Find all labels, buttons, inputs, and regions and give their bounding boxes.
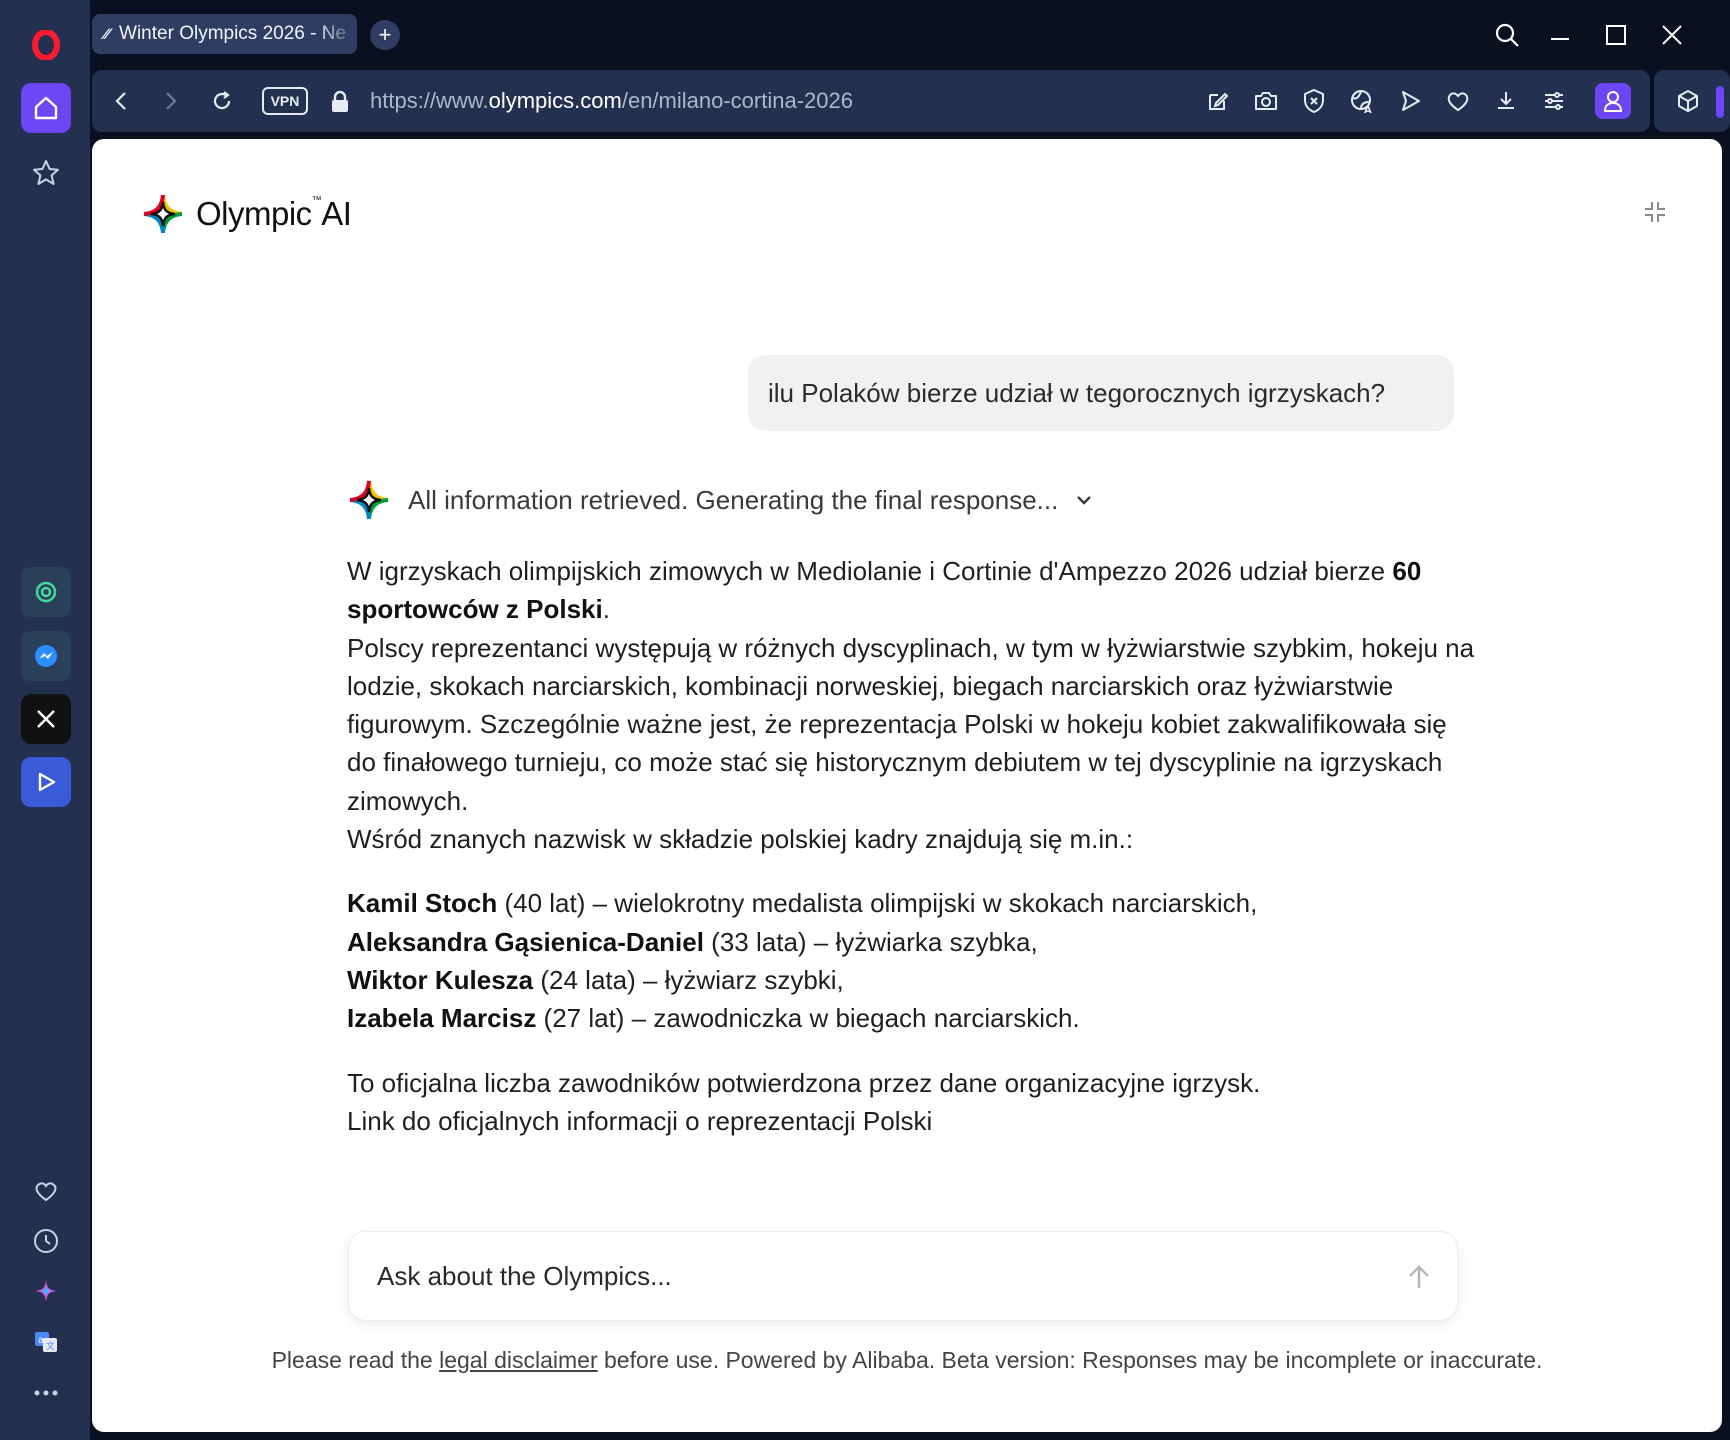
user-message-bubble: ilu Polaków bierze udział w tegorocznych…	[748, 355, 1454, 431]
ai-spark-icon[interactable]	[21, 1266, 71, 1316]
answer-paragraph: Wśród znanych nazwisk w składzie polskie…	[347, 824, 1134, 855]
brand-name: Olympic™AI	[196, 195, 352, 232]
assistant-answer: W igrzyskach olimpijskich zimowych w Med…	[347, 552, 1477, 1140]
vpn-badge[interactable]: VPN	[262, 87, 308, 115]
olympics-favicon-icon: ∕∕	[104, 25, 110, 43]
url-path: /en/milano-cortina-2026	[621, 88, 853, 113]
send-play-icon[interactable]	[1392, 83, 1428, 119]
tab-strip: ∕∕ Winter Olympics 2026 - Ne +	[90, 0, 1730, 70]
ask-input[interactable]	[377, 1232, 1357, 1320]
address-bar: VPN https://www.olympics.com/en/milano-c…	[92, 70, 1650, 132]
olympic-ai-page: Olympic™AI ilu Polaków bierze udział w t…	[92, 139, 1722, 1432]
heart-icon[interactable]	[1440, 83, 1476, 119]
home-icon[interactable]	[21, 83, 71, 133]
collapse-icon[interactable]	[1640, 197, 1670, 227]
translate-globe-icon[interactable]: A	[1344, 83, 1380, 119]
brand-header: Olympic™AI	[142, 193, 352, 235]
profile-icon[interactable]	[1595, 83, 1631, 119]
extensions-cube-icon[interactable]	[1670, 83, 1706, 119]
aria-icon[interactable]	[21, 757, 71, 807]
answer-paragraph: To oficjalna liczba zawodników potwierdz…	[347, 1067, 1261, 1098]
back-icon[interactable]	[104, 83, 140, 119]
send-arrow-icon[interactable]	[1401, 1259, 1437, 1295]
response-status[interactable]: All information retrieved. Generating th…	[348, 479, 1096, 521]
athlete-line: Wiktor Kulesza (24 lata) – łyżwiarz szyb…	[347, 964, 844, 995]
ask-box	[348, 1231, 1458, 1321]
svg-text:a: a	[38, 1335, 44, 1346]
tab-active[interactable]: ∕∕ Winter Olympics 2026 - Ne	[92, 14, 357, 54]
svg-text:A: A	[1364, 105, 1372, 114]
forward-icon[interactable]	[152, 83, 188, 119]
status-text: All information retrieved. Generating th…	[408, 484, 1059, 515]
olympic-ai-logo-icon	[349, 480, 389, 520]
opera-logo-icon[interactable]	[21, 20, 71, 70]
easy-setup-icon[interactable]	[1536, 83, 1572, 119]
chevron-down-icon[interactable]	[1072, 488, 1096, 512]
download-icon[interactable]	[1488, 83, 1524, 119]
minimize-icon[interactable]	[1542, 17, 1578, 53]
athlete-line: Izabela Marcisz (27 lat) – zawodniczka w…	[347, 1003, 1080, 1034]
url-field[interactable]: https://www.olympics.com/en/milano-corti…	[370, 88, 853, 114]
close-icon[interactable]	[1654, 17, 1690, 53]
camera-icon[interactable]	[1248, 83, 1284, 119]
answer-paragraph: Polscy reprezentanci występują w różnych…	[347, 632, 1475, 816]
more-icon[interactable]	[21, 1368, 71, 1418]
answer-paragraph: W igrzyskach olimpijskich zimowych w Med…	[347, 556, 1422, 625]
svg-text:文: 文	[46, 1340, 55, 1352]
legal-disclaimer-link[interactable]: legal disclaimer	[439, 1347, 598, 1373]
chatgpt-icon[interactable]	[21, 567, 71, 617]
ad-block-icon[interactable]	[1296, 83, 1332, 119]
new-tab-button[interactable]: +	[370, 20, 400, 50]
opera-sidebar: a文	[0, 0, 90, 1440]
official-info-link[interactable]: Link do oficjalnych informacji o repreze…	[347, 1102, 1477, 1140]
translate-icon[interactable]: a文	[21, 1317, 71, 1367]
history-clock-icon[interactable]	[21, 1216, 71, 1266]
url-domain: olympics.com	[488, 88, 622, 113]
snapshot-edit-icon[interactable]	[1200, 83, 1236, 119]
tab-title: Winter Olympics 2026 - Ne	[119, 23, 347, 44]
bookmarks-star-icon[interactable]	[21, 148, 71, 198]
lock-icon[interactable]	[322, 84, 358, 120]
extensions-area	[1654, 70, 1730, 132]
athlete-line: Aleksandra Gąsienica-Daniel (33 lata) – …	[347, 926, 1038, 957]
reload-icon[interactable]	[204, 83, 240, 119]
heart-icon[interactable]	[21, 1166, 71, 1216]
search-icon[interactable]	[1489, 17, 1525, 53]
url-prefix: https://www.	[370, 88, 489, 113]
x-icon[interactable]	[21, 694, 71, 744]
disclaimer: Please read the legal disclaimer before …	[271, 1347, 1543, 1373]
sidebar-toggle[interactable]	[1716, 86, 1724, 118]
messenger-icon[interactable]	[21, 631, 71, 681]
maximize-icon[interactable]	[1598, 17, 1634, 53]
olympic-ai-logo-icon	[143, 194, 183, 234]
athlete-line: Kamil Stoch (40 lat) – wielokrotny medal…	[347, 888, 1258, 919]
